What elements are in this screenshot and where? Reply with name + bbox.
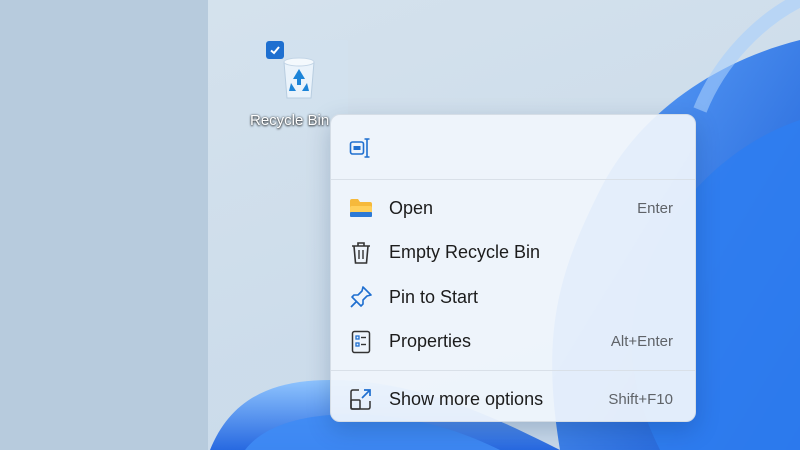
context-menu: Open Enter Empty Recycle Bin Pin to Star… xyxy=(330,114,696,422)
menu-item-show-more-options[interactable]: Show more options Shift+F10 xyxy=(331,377,695,422)
pin-icon xyxy=(349,285,373,309)
menu-item-empty-recycle-bin[interactable]: Empty Recycle Bin xyxy=(331,231,695,276)
menu-item-label: Pin to Start xyxy=(389,286,479,307)
rename-icon xyxy=(349,138,370,158)
menu-item-label: Show more options xyxy=(389,388,544,409)
desktop[interactable]: Recycle Bin Open Enter Empty Recycle Bin… xyxy=(0,0,800,450)
menu-item-open[interactable]: Open Enter xyxy=(331,186,695,231)
menu-item-pin-to-start[interactable]: Pin to Start xyxy=(331,275,695,320)
recycle-bin-icon xyxy=(283,57,315,99)
show-more-icon xyxy=(349,387,373,411)
menu-item-shortcut: Shift+F10 xyxy=(608,390,673,408)
properties-icon xyxy=(349,330,373,354)
menu-item-properties[interactable]: Properties Alt+Enter xyxy=(331,320,695,365)
menu-item-shortcut: Alt+Enter xyxy=(610,333,673,351)
menu-item-label: Properties xyxy=(389,331,472,352)
folder-icon xyxy=(349,196,373,220)
trash-icon xyxy=(349,241,373,265)
menu-item-label: Empty Recycle Bin xyxy=(389,242,541,263)
quick-actions-row xyxy=(331,115,695,179)
menu-item-shortcut: Enter xyxy=(637,199,673,217)
menu-item-label: Open xyxy=(389,197,434,218)
rename-button[interactable] xyxy=(345,133,377,163)
